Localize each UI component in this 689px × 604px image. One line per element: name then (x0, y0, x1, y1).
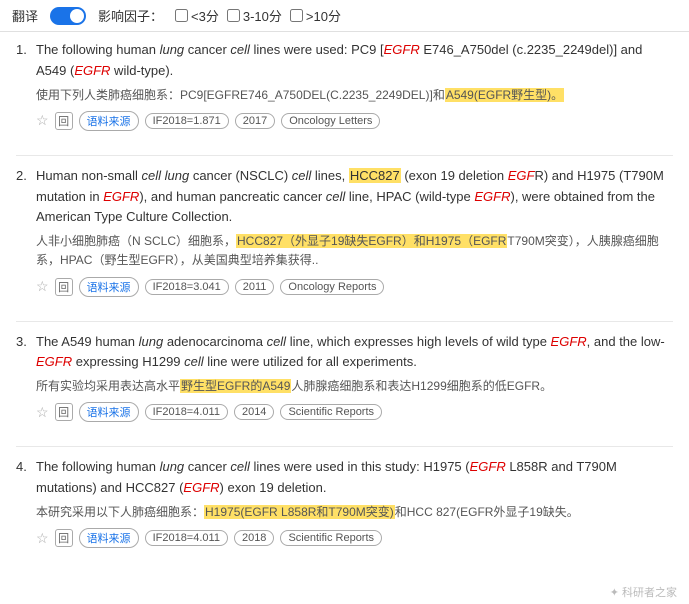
source-tag-4[interactable]: 语料来源 (79, 528, 139, 548)
result-en-4: The following human lung cancer cell lin… (36, 457, 673, 499)
filter-lt3-label: <3分 (191, 6, 219, 25)
filter-gt10-checkbox[interactable] (290, 9, 303, 22)
cite-icon-2[interactable]: 回 (55, 278, 73, 296)
result-number-2: 2. (16, 168, 27, 183)
year-tag-4[interactable]: 2018 (234, 530, 274, 546)
meta-row-1: ☆ 回 语料来源 IF2018=1.871 2017 Oncology Lett… (36, 111, 673, 131)
filter-lt3[interactable]: <3分 (175, 6, 219, 25)
filter-group: <3分 3-10分 >10分 (175, 6, 341, 25)
filter-gt10[interactable]: >10分 (290, 6, 341, 25)
result-item-1: 1. The following human lung cancer cell … (16, 40, 673, 137)
year-tag-2[interactable]: 2011 (235, 279, 275, 295)
result-en-2: Human non-small cell lung cancer (NSCLC)… (36, 166, 673, 228)
result-number-4: 4. (16, 459, 27, 474)
journal-tag-3[interactable]: Scientific Reports (280, 404, 382, 420)
if-tag-3[interactable]: IF2018=4.011 (145, 404, 228, 420)
result-item-4: 4. The following human lung cancer cell … (16, 457, 673, 554)
star-icon-3[interactable]: ☆ (36, 404, 49, 421)
result-item-3: 3. The A549 human lung adenocarcinoma ce… (16, 332, 673, 429)
filter-3to10[interactable]: 3-10分 (227, 6, 282, 25)
if-tag-1[interactable]: IF2018=1.871 (145, 113, 229, 129)
filter-3to10-label: 3-10分 (243, 6, 282, 25)
journal-tag-1[interactable]: Oncology Letters (281, 113, 380, 129)
source-tag-3[interactable]: 语料来源 (79, 402, 139, 422)
filter-3to10-checkbox[interactable] (227, 9, 240, 22)
journal-tag-4[interactable]: Scientific Reports (280, 530, 382, 546)
cite-icon-1[interactable]: 回 (55, 112, 73, 130)
translate-toggle[interactable] (50, 7, 86, 25)
result-zh-4: 本研究采用以下人肺癌细胞系：H1975(EGFR L858R和T790M突变)和… (36, 503, 673, 522)
result-zh-1: 使用下列人类肺癌细胞系：PC9[EGFRE746_A750DEL(C.2235_… (36, 86, 673, 105)
toggle-knob (70, 9, 84, 23)
if-tag-4[interactable]: IF2018=4.011 (145, 530, 228, 546)
result-en-3: The A549 human lung adenocarcinoma cell … (36, 332, 673, 374)
result-item-2: 2. Human non-small cell lung cancer (NSC… (16, 166, 673, 303)
results-container: 1. The following human lung cancer cell … (0, 32, 689, 580)
watermark-icon: ✦ (610, 587, 619, 599)
year-tag-3[interactable]: 2014 (234, 404, 274, 420)
star-icon-4[interactable]: ☆ (36, 530, 49, 547)
meta-row-2: ☆ 回 语料来源 IF2018=3.041 2011 Oncology Repo… (36, 277, 673, 297)
journal-tag-2[interactable]: Oncology Reports (280, 279, 384, 295)
cite-icon-4[interactable]: 回 (55, 529, 73, 547)
impact-label: 影响因子： (98, 6, 163, 25)
watermark: ✦ 科研者之家 (0, 580, 689, 604)
watermark-text: 科研者之家 (622, 587, 677, 599)
meta-row-4: ☆ 回 语料来源 IF2018=4.011 2018 Scientific Re… (36, 528, 673, 548)
result-zh-3: 所有实验均采用表达高水平野生型EGFR的A549人肺腺癌细胞系和表达H1299细… (36, 377, 673, 396)
top-bar: 翻译 影响因子： <3分 3-10分 >10分 (0, 0, 689, 32)
filter-lt3-checkbox[interactable] (175, 9, 188, 22)
result-en-1: The following human lung cancer cell lin… (36, 40, 673, 82)
source-tag-2[interactable]: 语料来源 (79, 277, 139, 297)
meta-row-3: ☆ 回 语料来源 IF2018=4.011 2014 Scientific Re… (36, 402, 673, 422)
result-number-3: 3. (16, 334, 27, 349)
filter-gt10-label: >10分 (306, 6, 341, 25)
cite-icon-3[interactable]: 回 (55, 403, 73, 421)
if-tag-2[interactable]: IF2018=3.041 (145, 279, 229, 295)
source-tag-1[interactable]: 语料来源 (79, 111, 139, 131)
result-number-1: 1. (16, 42, 27, 57)
star-icon-2[interactable]: ☆ (36, 278, 49, 295)
year-tag-1[interactable]: 2017 (235, 113, 275, 129)
star-icon-1[interactable]: ☆ (36, 112, 49, 129)
result-zh-2: 人非小细胞肺癌（N SCLC）细胞系，HCC827（外显子19缺失EGFR）和H… (36, 232, 673, 270)
translate-label: 翻译 (12, 6, 38, 25)
